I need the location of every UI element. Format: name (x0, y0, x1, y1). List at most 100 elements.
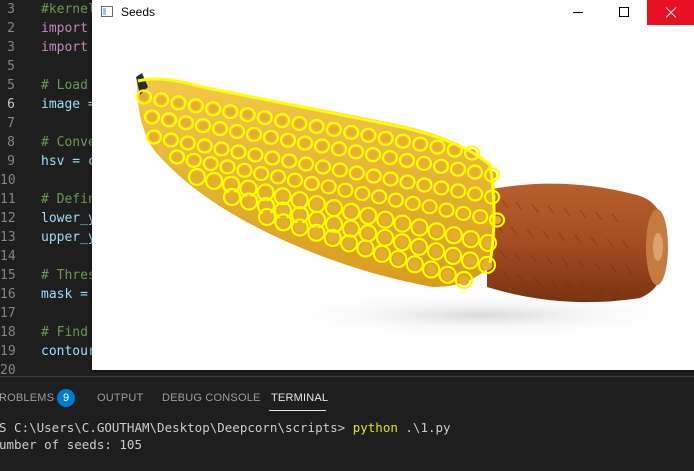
seed-kernel (266, 133, 276, 142)
seed-kernel (189, 156, 199, 165)
seed-kernel (191, 101, 201, 110)
maximize-button[interactable] (601, 0, 647, 25)
line-number: 6 (7, 97, 15, 112)
seed-kernel (181, 118, 191, 127)
seed-kernel (363, 131, 373, 140)
seed-kernel (223, 162, 232, 171)
seed-kernel (357, 189, 367, 198)
seed-kernel (312, 122, 322, 131)
seed-kernel (343, 237, 355, 249)
code-text: import (41, 21, 88, 36)
seed-kernel (318, 163, 328, 171)
seed-kernel (267, 154, 277, 162)
seed-kernel (385, 153, 395, 162)
seed-kernel (413, 241, 425, 253)
code-text: upper_y (41, 230, 96, 245)
window-titlebar[interactable]: Seeds (92, 0, 694, 25)
seed-kernel (249, 130, 259, 139)
tab-problems[interactable]: ROBLEMS (0, 392, 54, 404)
seed-kernel (362, 227, 374, 239)
seed-kernel (294, 222, 306, 233)
seed-kernel (386, 175, 396, 183)
code-text: # Thres (41, 268, 96, 283)
terminal-command: python (352, 420, 398, 435)
seed-kernel (191, 171, 203, 183)
seed-kernel (290, 176, 300, 185)
seed-kernel (250, 151, 260, 159)
seed-kernel (243, 196, 255, 207)
cob-end-center (653, 233, 663, 261)
code-text: # Conve (41, 135, 96, 150)
code-text: contour (41, 344, 96, 359)
seed-kernel (283, 136, 293, 145)
line-number: 13 (0, 230, 16, 245)
line-number: 11 (0, 192, 16, 207)
code-text: #kernel (41, 2, 96, 17)
seed-kernel (448, 229, 460, 241)
seed-kernel (450, 146, 460, 155)
seed-kernel (360, 243, 371, 254)
code-text: # Load (41, 78, 88, 93)
seed-kernel (147, 113, 157, 121)
seed-kernel (376, 248, 388, 260)
seed-kernel (217, 145, 227, 153)
line-number: 17 (0, 306, 16, 321)
tab-debug-console[interactable]: DEBUG CONSOLE (162, 392, 261, 404)
bottom-panel: ROBLEMS 9 OUTPUT DEBUG CONSOLE TERMINAL … (0, 376, 694, 471)
seed-kernel (369, 172, 379, 180)
seed-kernel (301, 160, 311, 168)
seed-kernel (172, 153, 182, 161)
seed-kernel (317, 142, 327, 150)
seed-kernel (392, 253, 404, 265)
seed-kernel (345, 223, 357, 235)
seed-kernel (243, 110, 253, 119)
line-number: 8 (7, 135, 15, 150)
seed-kernel (362, 210, 374, 222)
seed-kernel (436, 162, 446, 171)
seed-kernel (396, 218, 408, 230)
seed-kernel (310, 227, 322, 239)
seed-kernel (174, 98, 183, 107)
code-text: hsv = c (41, 154, 96, 169)
close-button[interactable] (647, 0, 694, 25)
seed-kernel (409, 258, 421, 270)
seed-kernel (234, 148, 243, 156)
seed-kernel (200, 142, 210, 150)
seed-kernel (225, 107, 235, 116)
seed-kernel (419, 159, 429, 168)
seed-kernel (430, 245, 442, 257)
terminal-command-line[interactable]: S C:\Users\C.GOUTHAM\Desktop\Deepcorn\sc… (0, 419, 451, 437)
seed-kernel (346, 128, 356, 137)
code-text: # Find (41, 325, 88, 340)
tab-terminal[interactable]: TERMINAL (271, 392, 328, 404)
tab-output[interactable]: OUTPUT (97, 392, 143, 404)
seed-kernel (340, 186, 350, 195)
seeds-window[interactable]: Seeds (92, 0, 694, 370)
seed-kernel (327, 232, 339, 244)
line-number: 5 (7, 78, 15, 93)
seed-kernel (470, 190, 480, 198)
seed-kernel (381, 134, 391, 143)
seed-kernel (226, 191, 238, 203)
seed-kernel (391, 196, 401, 205)
code-text: import (41, 40, 88, 55)
code-text: # Defin (41, 192, 96, 207)
seed-kernel (425, 264, 437, 275)
seed-kernel (166, 136, 176, 144)
seed-kernel (433, 143, 442, 152)
minimize-button[interactable] (555, 0, 601, 25)
seed-kernel (294, 194, 306, 206)
seed-kernel (465, 233, 477, 245)
seed-kernel (334, 144, 344, 153)
seed-kernel (431, 225, 443, 237)
seed-kernel (470, 168, 480, 177)
seed-kernel (273, 172, 283, 181)
terminal-prompt: S C:\Users\C.GOUTHAM\Desktop\Deepcorn\sc… (0, 420, 346, 435)
seed-kernel (351, 147, 361, 156)
seed-kernel (352, 169, 362, 177)
line-number: 7 (7, 116, 15, 131)
seed-kernel (294, 119, 304, 128)
bare-cob (487, 183, 667, 303)
seed-kernel (368, 150, 378, 159)
seed-kernel (398, 137, 408, 146)
